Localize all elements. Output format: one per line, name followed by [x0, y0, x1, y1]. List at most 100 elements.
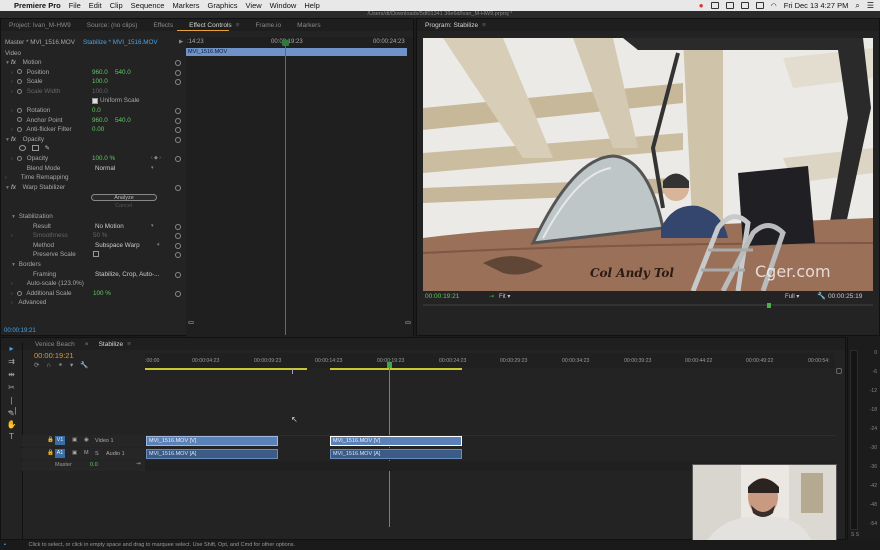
reset-icon[interactable] — [175, 108, 181, 114]
menu-help[interactable]: Help — [304, 1, 319, 10]
pen-mask-icon[interactable]: ✎ — [45, 145, 50, 152]
position-y-value[interactable]: 540.0 — [115, 68, 131, 78]
tab-project[interactable]: Project: Ivan_M-HW9 — [1, 22, 79, 29]
clip-audio[interactable]: MVI_1516.MOV [A] — [330, 449, 462, 459]
reset-icon[interactable] — [175, 271, 181, 278]
menu-edit[interactable]: Edit — [89, 1, 102, 10]
analyze-button[interactable]: Analyze — [91, 194, 157, 201]
effect-motion[interactable]: ▼fx Motion — [5, 58, 185, 68]
program-timecode[interactable]: 00:00:19:21 — [425, 293, 459, 300]
slip-tool-icon[interactable]: |↔| — [6, 396, 17, 415]
sequence-clip-label[interactable]: Stabilize * MVI_1516.MOV — [83, 39, 158, 46]
prop-anchor-point[interactable]: Anchor Point 960.0 540.0 — [11, 116, 185, 126]
position-x-value[interactable]: 960.0 — [92, 68, 108, 78]
ec-current-time[interactable]: 00:00:19:21 — [4, 328, 36, 334]
menu-file[interactable]: File — [69, 1, 81, 10]
stopwatch-icon[interactable] — [17, 107, 22, 113]
program-playhead-bar[interactable] — [423, 304, 873, 306]
timeline-ruler[interactable] — [145, 353, 835, 368]
menu-graphics[interactable]: Graphics — [208, 1, 238, 10]
stopwatch-icon[interactable] — [17, 79, 22, 85]
pen-tool-icon[interactable]: ✎ — [6, 409, 17, 419]
menu-sequence[interactable]: Sequence — [131, 1, 165, 10]
status-icon[interactable] — [740, 2, 749, 9]
menu-clip[interactable]: Clip — [110, 1, 123, 10]
clock[interactable]: Fri Dec 13 4:27 PM — [784, 1, 849, 10]
clip-video[interactable]: MVI_1516.MOV [V] — [146, 436, 278, 446]
tab-program[interactable]: Program: Stabilize ≡ — [417, 22, 494, 29]
reset-icon[interactable] — [175, 233, 181, 240]
timeline-timecode[interactable]: 00:00:19:21 — [34, 351, 74, 360]
razor-tool-icon[interactable]: ✂ — [6, 383, 17, 393]
tab-close-icon[interactable]: × — [83, 341, 91, 348]
panel-menu-icon[interactable]: ≡ — [127, 341, 131, 348]
eye-icon[interactable]: ◉ — [84, 437, 89, 443]
reset-icon[interactable] — [175, 184, 181, 191]
meter-solo-buttons[interactable]: S S — [851, 532, 859, 538]
track-name-a1[interactable]: Audio 1 — [106, 451, 125, 457]
prop-opacity[interactable]: › Opacity 100.0 % ‹ ◆ › — [11, 154, 185, 164]
ec-scrollbar[interactable] — [186, 321, 413, 324]
solo-icon[interactable]: S — [95, 451, 99, 457]
type-tool-icon[interactable]: T — [6, 432, 17, 442]
section-stabilization[interactable]: ▼ Stabilization — [11, 212, 53, 222]
tab-venice-beach[interactable]: Venice Beach — [27, 341, 83, 348]
mute-icon[interactable]: M — [84, 450, 89, 456]
method-dropdown[interactable]: Subspace Warp — [95, 241, 140, 251]
anti-flicker-value[interactable]: 0.00 — [92, 125, 104, 135]
fx-icon[interactable]: fx — [11, 59, 16, 66]
ripple-edit-tool-icon[interactable]: ⇹ — [6, 370, 17, 380]
stopwatch-icon[interactable] — [17, 155, 22, 161]
work-area-bar[interactable] — [145, 368, 307, 370]
effect-time-remapping[interactable]: › Time Remapping — [5, 173, 185, 183]
fx-icon[interactable]: fx — [11, 184, 16, 191]
stopwatch-icon[interactable] — [17, 127, 22, 133]
expand-icon[interactable]: › — [11, 299, 17, 309]
zoom-handle[interactable] — [836, 368, 842, 374]
battery-icon[interactable] — [755, 2, 764, 9]
panel-menu-icon[interactable]: ≡ — [482, 22, 486, 29]
stopwatch-icon[interactable] — [17, 117, 22, 123]
fx-icon[interactable]: fx — [11, 136, 16, 143]
prop-additional-scale[interactable]: › Additional Scale 100 % — [11, 289, 185, 299]
ec-clip-bar[interactable]: MVI_1516.MOV — [186, 48, 407, 56]
clip-audio[interactable]: MVI_1516.MOV [A] — [146, 449, 278, 459]
track-name-v1[interactable]: Video 1 — [95, 438, 114, 444]
snap-icon[interactable]: ∩ — [46, 362, 51, 369]
tab-source[interactable]: Source: (no clips) — [79, 22, 146, 29]
chevron-down-icon[interactable]: ▾ — [151, 164, 154, 174]
prop-autoscale[interactable]: › Auto-scale (123.0%) — [11, 279, 185, 289]
track-select-tool-icon[interactable]: ⇉ — [6, 357, 17, 367]
app-menu[interactable]: Premiere Pro — [14, 1, 61, 10]
reset-icon[interactable] — [175, 60, 181, 66]
go-to-end-icon[interactable]: ⇥ — [136, 461, 141, 467]
prop-position[interactable]: › Position 960.0 540.0 — [11, 68, 185, 78]
opacity-value[interactable]: 100.0 % — [92, 154, 115, 164]
prop-blend-mode[interactable]: Blend Mode Normal ▾ — [11, 164, 185, 174]
tab-markers[interactable]: Markers — [289, 22, 328, 29]
master-track-value[interactable]: 0.0 — [90, 462, 98, 468]
rotation-value[interactable]: 0.0 — [92, 106, 101, 116]
effect-warp-stabilizer[interactable]: ▼fx Warp Stabilizer — [5, 183, 185, 193]
status-icon[interactable] — [710, 2, 719, 9]
result-dropdown[interactable]: No Motion — [95, 222, 124, 232]
status-icon[interactable] — [725, 2, 734, 9]
panel-menu-icon[interactable]: ≡ — [236, 22, 240, 29]
menu-markers[interactable]: Markers — [172, 1, 199, 10]
chevron-down-icon[interactable]: ▾ — [151, 222, 154, 232]
hand-tool-icon[interactable]: ✋ — [6, 420, 17, 430]
reset-icon[interactable] — [175, 127, 181, 134]
checkbox-icon[interactable] — [93, 251, 99, 258]
reset-icon[interactable] — [175, 223, 181, 230]
reset-icon[interactable] — [175, 242, 181, 249]
prop-result[interactable]: Result No Motion ▾ — [11, 222, 185, 232]
lock-icon[interactable]: 🔒 — [47, 450, 54, 456]
ec-playhead[interactable] — [285, 39, 286, 335]
program-playhead[interactable] — [767, 303, 771, 308]
tab-frame-io[interactable]: Frame.io — [247, 22, 289, 29]
scale-value[interactable]: 100.0 — [92, 77, 108, 87]
lock-icon[interactable]: 🔒 — [47, 437, 54, 443]
sync-lock-icon[interactable]: ▣ — [72, 437, 77, 443]
add-marker-icon[interactable]: ▾ — [70, 362, 73, 369]
prop-rotation[interactable]: › Rotation 0.0 — [11, 106, 185, 116]
